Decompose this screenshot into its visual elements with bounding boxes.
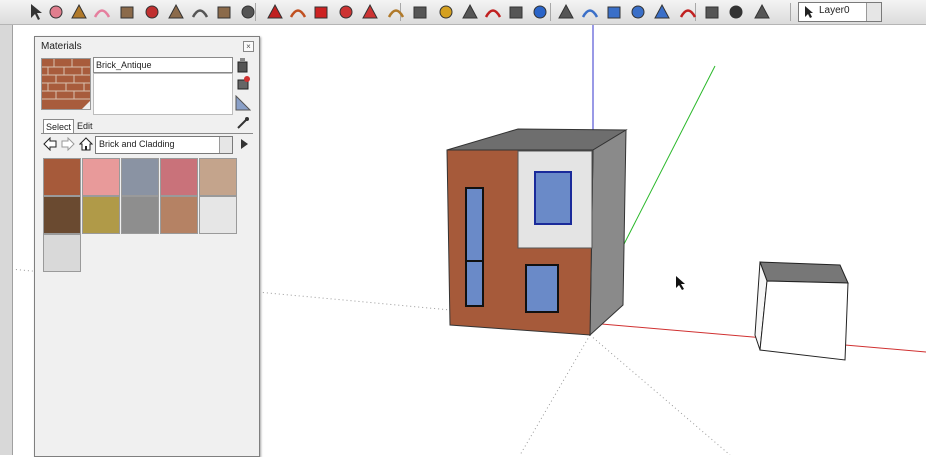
axes-icon[interactable] [483,2,503,22]
panel-title: Materials [41,41,82,52]
position-camera-icon[interactable] [678,2,698,22]
rotate-icon[interactable] [311,2,331,22]
back-arrow-icon[interactable] [43,137,57,151]
circle-icon[interactable] [166,2,186,22]
walk-icon[interactable] [726,2,746,22]
freehand-icon[interactable] [238,2,258,22]
toolbar-separator [790,3,791,21]
select-arrow-icon[interactable] [26,2,46,22]
pencil-line-icon[interactable] [142,2,162,22]
create-material-icon[interactable] [235,57,251,73]
left-window-edge [0,25,13,455]
brick-dark-swatch[interactable] [43,196,81,234]
orbit-icon[interactable] [530,2,550,22]
zoom-extents-icon[interactable] [628,2,648,22]
brick-pink-swatch[interactable] [82,158,120,196]
zoom-window-icon[interactable] [604,2,624,22]
home-icon[interactable] [79,137,93,151]
arc-icon[interactable] [190,2,210,22]
window-lower-right [525,264,559,313]
materials-panel: Materials × Brick_Antique Select Edit Br… [34,36,260,457]
material-preview [41,58,91,110]
stone-tan-swatch[interactable] [199,158,237,196]
close-icon[interactable]: × [243,41,254,52]
look-around-icon[interactable] [702,2,722,22]
stone-yellow-swatch[interactable] [82,196,120,234]
window-upper-left [465,187,484,264]
scale-icon[interactable] [360,2,380,22]
box-top-face [759,261,849,284]
axis-green-line [621,65,716,249]
zoom-icon[interactable] [580,2,600,22]
offset-icon[interactable] [386,2,406,22]
chevron-down-icon[interactable] [219,137,232,153]
window-upper-right [534,171,572,225]
rectangle-icon[interactable] [117,2,137,22]
axis-dotted-line [519,334,591,455]
details-arrow-icon[interactable] [237,137,251,151]
tab-edit[interactable]: Edit [75,120,95,133]
3d-text-icon[interactable] [506,2,526,22]
house-side-face [589,129,627,337]
material-description-area [93,73,233,115]
mouse-cursor-icon [676,276,685,290]
pan-icon[interactable] [556,2,576,22]
chevron-down-icon[interactable] [866,3,881,21]
tape-measure-icon[interactable] [410,2,430,22]
box-front-face [759,280,849,361]
brick-gray-swatch[interactable] [121,196,159,234]
axis-dotted-line [589,334,731,455]
brick-antique-swatch[interactable] [43,158,81,196]
layer-label: Layer0 [819,5,850,16]
eyedropper-icon[interactable] [235,115,251,131]
section-plane-icon[interactable] [752,2,772,22]
main-toolbar: Layer0 [0,0,926,25]
text-icon[interactable] [460,2,480,22]
brick-texture-icon [42,59,90,109]
default-material-icon[interactable] [235,95,251,111]
push-pull-icon[interactable] [288,2,308,22]
eraser-icon[interactable] [46,2,66,22]
tab-divider [41,133,253,134]
protractor-icon[interactable] [436,2,456,22]
window-lower-left [465,260,484,307]
material-name-field[interactable]: Brick_Antique [93,57,233,73]
library-label: Brick and Cladding [99,139,175,149]
tab-select[interactable]: Select [43,119,75,134]
library-dropdown[interactable]: Brick and Cladding [95,136,233,154]
forward-arrow-icon[interactable] [61,137,75,151]
follow-me-icon[interactable] [336,2,356,22]
previous-view-icon[interactable] [652,2,672,22]
wood-siding-swatch[interactable] [160,196,198,234]
blank-swatch[interactable] [43,234,81,272]
polygon-icon[interactable] [214,2,234,22]
toolbar-separator [550,3,551,21]
stone-blue-swatch[interactable] [121,158,159,196]
siding-white-swatch[interactable] [199,196,237,234]
paint-bucket-icon[interactable] [235,75,251,91]
eraser-pink-icon[interactable] [92,2,112,22]
paint-bucket-icon[interactable] [69,2,89,22]
layer-dropdown[interactable]: Layer0 [798,2,882,22]
cursor-arrow-icon [805,6,813,18]
move-icon[interactable] [265,2,285,22]
brick-red-swatch[interactable] [160,158,198,196]
